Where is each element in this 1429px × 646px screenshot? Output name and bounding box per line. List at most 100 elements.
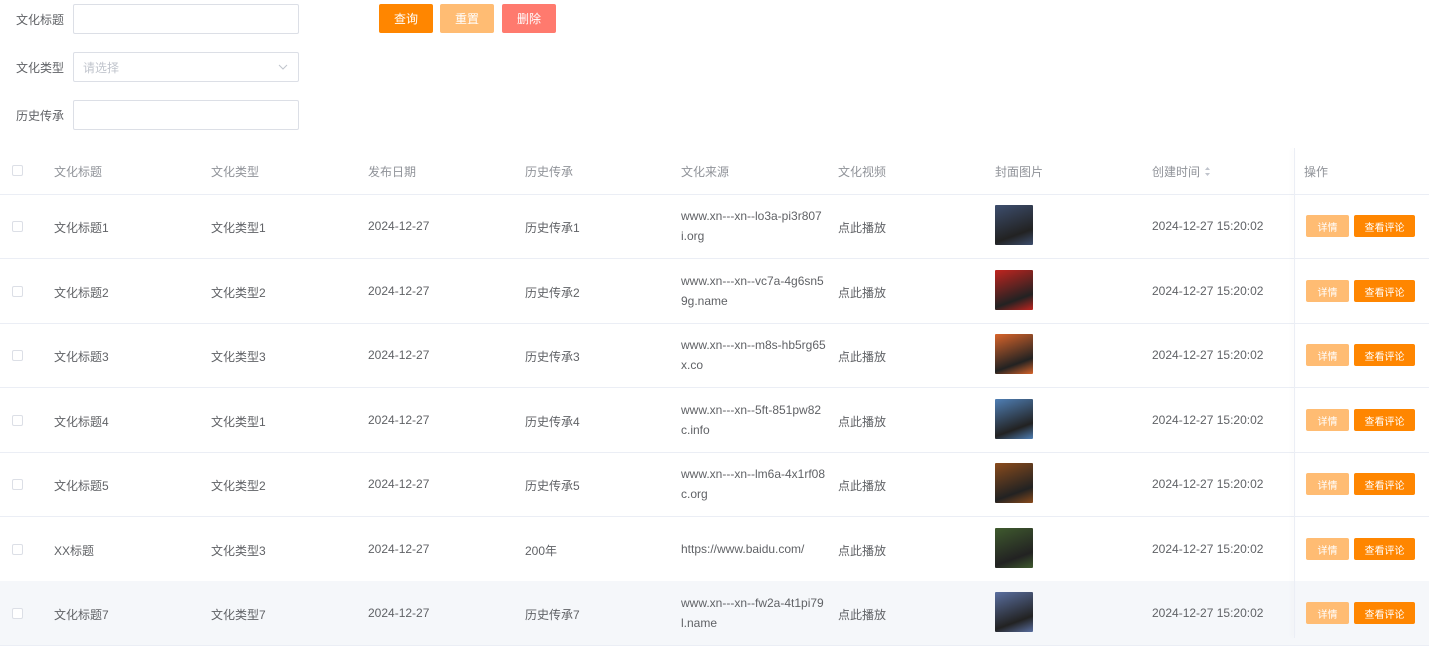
detail-button[interactable]: 详情 bbox=[1306, 409, 1349, 431]
cell-type: 文化类型3 bbox=[211, 350, 266, 364]
row-checkbox[interactable] bbox=[12, 479, 23, 490]
filter-title-row: 文化标题 bbox=[0, 4, 299, 34]
play-video-link[interactable]: 点此播放 bbox=[838, 348, 886, 365]
cell-source: www.xn---xn--m8s-hb5rg65x.co bbox=[681, 338, 826, 372]
cell-date: 2024-12-27 bbox=[368, 413, 430, 427]
cover-image[interactable] bbox=[995, 334, 1033, 374]
view-comments-button[interactable]: 查看评论 bbox=[1354, 473, 1415, 495]
row-checkbox[interactable] bbox=[12, 221, 23, 232]
cell-created: 2024-12-27 15:20:02 bbox=[1152, 284, 1264, 298]
row-checkbox[interactable] bbox=[12, 415, 23, 426]
cell-created: 2024-12-27 15:20:02 bbox=[1152, 477, 1264, 491]
detail-button[interactable]: 详情 bbox=[1306, 280, 1349, 302]
cover-image[interactable] bbox=[995, 399, 1033, 439]
view-comments-button[interactable]: 查看评论 bbox=[1354, 538, 1415, 560]
cell-title: 文化标题3 bbox=[54, 350, 109, 364]
row-checkbox[interactable] bbox=[12, 350, 23, 361]
play-video-link[interactable]: 点此播放 bbox=[838, 284, 886, 301]
cell-source: https://www.baidu.com/ bbox=[681, 542, 805, 556]
chevron-down-icon bbox=[278, 64, 288, 70]
cell-created: 2024-12-27 15:20:02 bbox=[1152, 542, 1264, 556]
type-select[interactable]: 请选择 bbox=[73, 52, 299, 82]
cell-history: 历史传承7 bbox=[525, 608, 580, 622]
cover-image[interactable] bbox=[995, 205, 1033, 245]
play-video-link[interactable]: 点此播放 bbox=[838, 413, 886, 430]
table-row: 文化标题1 文化类型1 2024-12-27 历史传承1 www.xn---xn… bbox=[0, 194, 1429, 259]
row-checkbox[interactable] bbox=[12, 608, 23, 619]
history-input[interactable] bbox=[73, 100, 299, 130]
view-comments-button[interactable]: 查看评论 bbox=[1354, 409, 1415, 431]
header-actions: 操作 bbox=[1304, 165, 1329, 179]
header-title: 文化标题 bbox=[54, 165, 103, 179]
cell-title: XX标题 bbox=[54, 544, 95, 558]
detail-button[interactable]: 详情 bbox=[1306, 538, 1349, 560]
play-video-link[interactable]: 点此播放 bbox=[838, 477, 886, 494]
select-all-checkbox[interactable] bbox=[12, 165, 23, 176]
detail-button[interactable]: 详情 bbox=[1306, 473, 1349, 495]
cell-history: 历史传承3 bbox=[525, 350, 580, 364]
cell-title: 文化标题4 bbox=[54, 415, 109, 429]
cover-image[interactable] bbox=[995, 270, 1033, 310]
cell-created: 2024-12-27 15:20:02 bbox=[1152, 219, 1264, 233]
cover-image[interactable] bbox=[995, 463, 1033, 503]
play-video-link[interactable]: 点此播放 bbox=[838, 542, 886, 559]
row-checkbox[interactable] bbox=[12, 286, 23, 297]
cell-history: 历史传承2 bbox=[525, 286, 580, 300]
reset-button[interactable]: 重置 bbox=[440, 4, 494, 33]
view-comments-button[interactable]: 查看评论 bbox=[1354, 280, 1415, 302]
table-row: 文化标题7 文化类型7 2024-12-27 历史传承7 www.xn---xn… bbox=[0, 581, 1429, 646]
cell-title: 文化标题2 bbox=[54, 286, 109, 300]
query-button[interactable]: 查询 bbox=[379, 4, 433, 33]
view-comments-button[interactable]: 查看评论 bbox=[1354, 215, 1415, 237]
cell-date: 2024-12-27 bbox=[368, 284, 430, 298]
view-comments-button[interactable]: 查看评论 bbox=[1354, 344, 1415, 366]
table-row: 文化标题5 文化类型2 2024-12-27 历史传承5 www.xn---xn… bbox=[0, 452, 1429, 517]
cell-type: 文化类型1 bbox=[211, 415, 266, 429]
detail-button[interactable]: 详情 bbox=[1306, 344, 1349, 366]
cell-history: 历史传承5 bbox=[525, 479, 580, 493]
cell-source: www.xn---xn--fw2a-4t1pi79l.name bbox=[681, 596, 824, 630]
cell-title: 文化标题5 bbox=[54, 479, 109, 493]
cell-date: 2024-12-27 bbox=[368, 542, 430, 556]
cover-image[interactable] bbox=[995, 592, 1033, 632]
filter-type-label: 文化类型 bbox=[15, 60, 64, 75]
table-row: 文化标题2 文化类型2 2024-12-27 历史传承2 www.xn---xn… bbox=[0, 259, 1429, 324]
play-video-link[interactable]: 点此播放 bbox=[838, 606, 886, 623]
title-input[interactable] bbox=[73, 4, 299, 34]
cell-history: 历史传承4 bbox=[525, 415, 580, 429]
type-select-placeholder: 请选择 bbox=[83, 60, 120, 75]
cell-source: www.xn---xn--lo3a-pi3r807i.org bbox=[681, 209, 822, 243]
sort-caret-icon bbox=[1205, 167, 1211, 176]
header-type: 文化类型 bbox=[211, 165, 260, 179]
cell-created: 2024-12-27 15:20:02 bbox=[1152, 606, 1264, 620]
header-video: 文化视频 bbox=[838, 165, 887, 179]
cell-date: 2024-12-27 bbox=[368, 477, 430, 491]
cell-history: 历史传承1 bbox=[525, 221, 580, 235]
filter-title-label: 文化标题 bbox=[15, 12, 64, 27]
cell-date: 2024-12-27 bbox=[368, 348, 430, 362]
table-header: 文化标题 文化类型 发布日期 历史传承 文化来源 文化视频 封面图片 创建时间 … bbox=[0, 148, 1429, 195]
cell-type: 文化类型7 bbox=[211, 608, 266, 622]
play-video-link[interactable]: 点此播放 bbox=[838, 219, 886, 236]
header-cover: 封面图片 bbox=[995, 165, 1044, 179]
cover-image[interactable] bbox=[995, 528, 1033, 568]
table-row: 文化标题3 文化类型3 2024-12-27 历史传承3 www.xn---xn… bbox=[0, 323, 1429, 388]
header-created: 创建时间 bbox=[1152, 165, 1201, 179]
view-comments-button[interactable]: 查看评论 bbox=[1354, 602, 1415, 624]
table-row: 文化标题4 文化类型1 2024-12-27 历史传承4 www.xn---xn… bbox=[0, 388, 1429, 453]
header-created-sortable[interactable]: 创建时间 bbox=[1152, 163, 1211, 180]
cell-history: 200年 bbox=[525, 544, 558, 558]
detail-button[interactable]: 详情 bbox=[1306, 602, 1349, 624]
detail-button[interactable]: 详情 bbox=[1306, 215, 1349, 237]
row-checkbox[interactable] bbox=[12, 544, 23, 555]
cell-source: www.xn---xn--5ft-851pw82c.info bbox=[681, 403, 822, 437]
delete-button[interactable]: 删除 bbox=[502, 4, 556, 33]
fixed-column-divider bbox=[1294, 148, 1295, 638]
filter-history-row: 历史传承 bbox=[0, 100, 299, 130]
header-date: 发布日期 bbox=[368, 165, 417, 179]
table-row: XX标题 文化类型3 2024-12-27 200年 https://www.b… bbox=[0, 517, 1429, 582]
cell-created: 2024-12-27 15:20:02 bbox=[1152, 413, 1264, 427]
cell-type: 文化类型1 bbox=[211, 221, 266, 235]
cell-title: 文化标题7 bbox=[54, 608, 109, 622]
cell-date: 2024-12-27 bbox=[368, 606, 430, 620]
